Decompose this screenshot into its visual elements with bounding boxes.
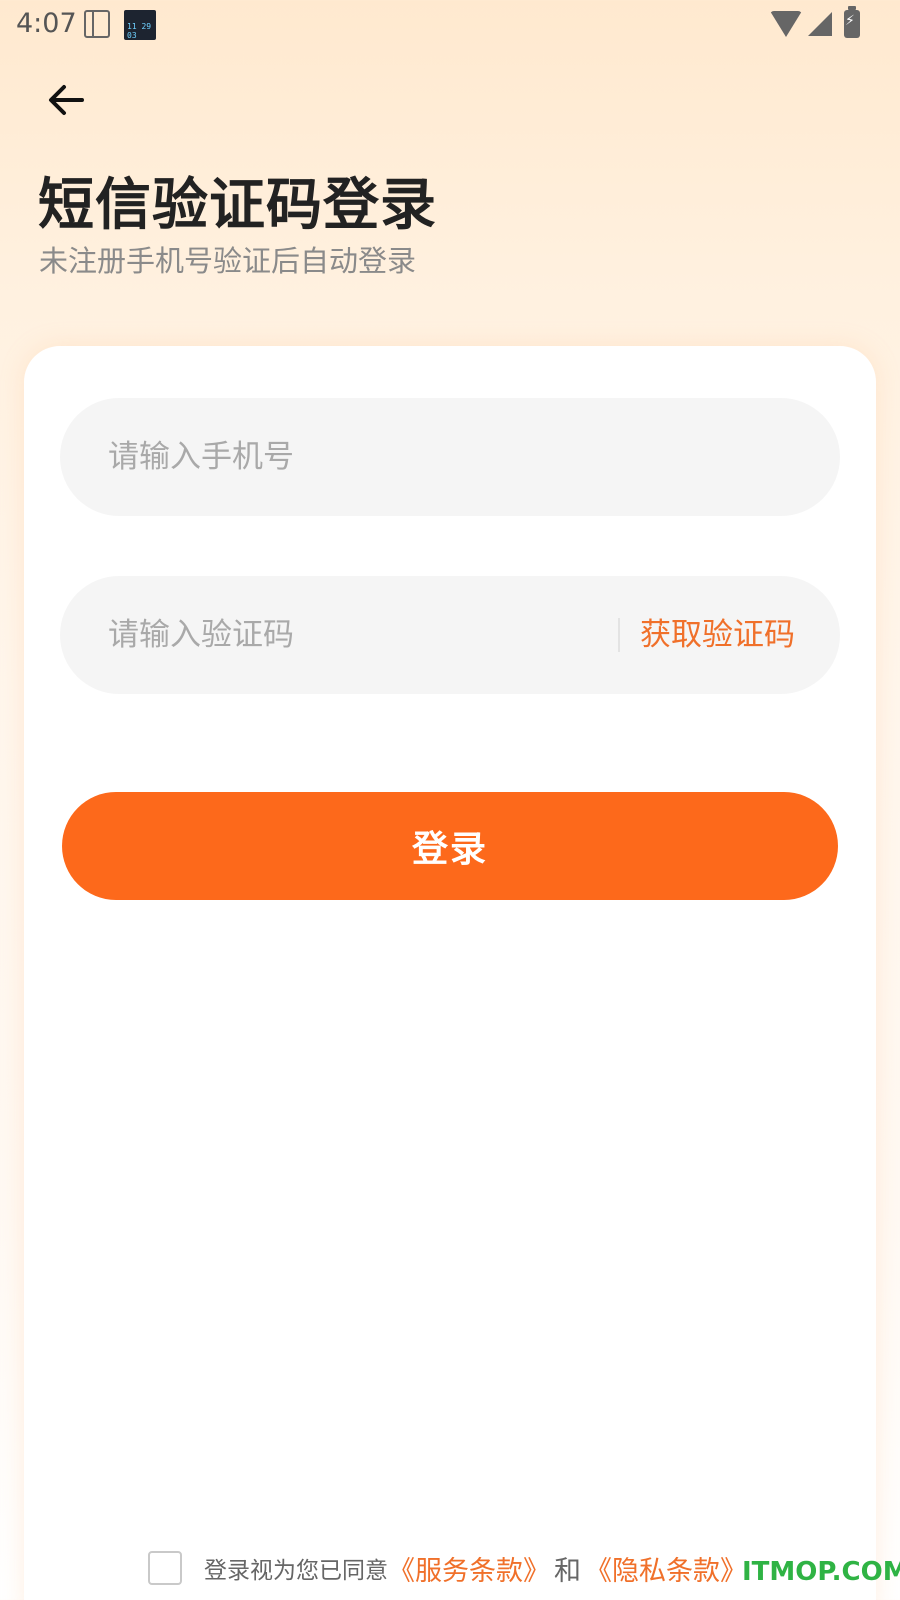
login-card: 获取验证码 登录: [24, 346, 876, 1600]
watermark: ITMOP.COM: [742, 1557, 900, 1587]
verification-code-input[interactable]: [108, 576, 588, 694]
code-field[interactable]: 获取验证码: [60, 576, 840, 694]
login-button[interactable]: 登录: [62, 792, 838, 900]
clock-widget-icon: 11 29 03: [124, 10, 156, 40]
signal-icon: [808, 12, 832, 36]
divider: [618, 618, 620, 652]
notebook-icon: [84, 10, 110, 38]
agreement-prefix: 登录视为您已同意: [204, 1558, 388, 1584]
status-time: 4:07: [16, 8, 77, 39]
page-title: 短信验证码登录: [38, 173, 437, 238]
phone-input[interactable]: [108, 398, 788, 516]
get-code-button[interactable]: 获取验证码: [640, 576, 795, 694]
agreement-and: 和: [554, 1555, 581, 1587]
page-subtitle: 未注册手机号验证后自动登录: [39, 244, 417, 278]
back-button[interactable]: [38, 72, 94, 128]
agreement-checkbox[interactable]: [148, 1551, 182, 1585]
agreement-row: 登录视为您已同意 《服务条款》 和 《隐私条款》: [148, 1548, 747, 1588]
system-icons: [770, 6, 860, 38]
wifi-icon: [770, 11, 802, 37]
privacy-policy-link[interactable]: 《隐私条款》: [585, 1549, 747, 1588]
phone-field[interactable]: [60, 398, 840, 516]
battery-charging-icon: [844, 6, 860, 38]
terms-of-service-link[interactable]: 《服务条款》: [388, 1549, 550, 1588]
status-bar: 4:07 11 29 03: [0, 0, 900, 48]
arrow-left-icon: [49, 85, 84, 115]
